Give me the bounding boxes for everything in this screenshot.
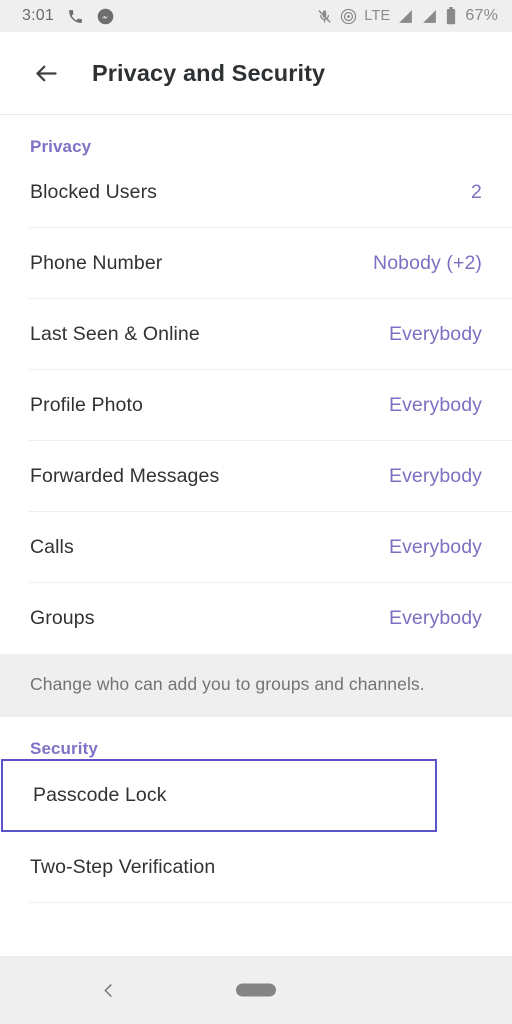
row-phone-number[interactable]: Phone Number Nobody (+2) <box>0 228 512 299</box>
network-type-label: LTE <box>364 8 391 24</box>
chevron-left-icon[interactable] <box>88 970 128 1010</box>
home-pill-indicator[interactable] <box>236 983 276 997</box>
row-label: Calls <box>30 536 74 558</box>
row-label: Forwarded Messages <box>30 465 220 487</box>
app-bar: Privacy and Security <box>0 32 512 115</box>
row-groups[interactable]: Groups Everybody <box>0 583 512 654</box>
row-value: Everybody <box>388 607 482 629</box>
signal-bar-icon <box>397 8 414 25</box>
battery-icon <box>445 7 457 25</box>
row-blocked-users[interactable]: Blocked Users 2 <box>0 157 512 228</box>
hotspot-icon <box>340 8 357 25</box>
row-value: 2 <box>471 181 482 203</box>
system-navigation-bar <box>0 956 512 1024</box>
row-calls[interactable]: Calls Everybody <box>0 512 512 583</box>
page-title: Privacy and Security <box>92 59 326 86</box>
row-profile-photo[interactable]: Profile Photo Everybody <box>0 370 512 441</box>
arrow-back-icon[interactable] <box>25 52 67 94</box>
row-value: Nobody (+2) <box>373 252 482 274</box>
row-value: Everybody <box>388 465 482 487</box>
status-time: 3:01 <box>22 7 54 24</box>
row-label: Two-Step Verification <box>30 856 216 878</box>
row-last-seen-online[interactable]: Last Seen & Online Everybody <box>0 299 512 370</box>
row-label: Phone Number <box>30 252 163 274</box>
row-label: Groups <box>30 607 95 629</box>
section-security: Security Passcode Lock Two-Step Verifica… <box>0 717 512 903</box>
row-label: Last Seen & Online <box>30 323 200 345</box>
row-two-step-verification[interactable]: Two-Step Verification <box>0 832 512 903</box>
settings-list[interactable]: Privacy Blocked Users 2 Phone Number Nob… <box>0 115 512 956</box>
row-value: Everybody <box>388 394 482 416</box>
battery-percent-label: 67% <box>465 7 498 24</box>
section-footer-privacy: Change who can add you to groups and cha… <box>0 654 512 717</box>
row-label: Profile Photo <box>30 394 143 416</box>
row-passcode-lock[interactable]: Passcode Lock <box>1 759 437 832</box>
section-header-privacy: Privacy <box>30 137 92 156</box>
status-bar: 3:01 LTE 67% <box>0 0 512 32</box>
phone-screen: 3:01 LTE 67% Privacy and Security Privac… <box>0 0 512 1024</box>
row-label: Blocked Users <box>30 181 158 203</box>
signal-bar-icon <box>421 8 438 25</box>
section-privacy: Privacy Blocked Users 2 Phone Number Nob… <box>0 115 512 717</box>
status-bar-left: 3:01 <box>22 7 114 25</box>
phone-icon <box>67 8 84 25</box>
messenger-icon <box>97 8 114 25</box>
microphone-muted-icon <box>316 8 333 25</box>
row-label: Passcode Lock <box>33 784 167 806</box>
status-bar-right: LTE 67% <box>316 7 498 25</box>
section-header-security: Security <box>30 739 98 758</box>
row-value: Everybody <box>388 323 482 345</box>
row-value: Everybody <box>388 536 482 558</box>
row-forwarded-messages[interactable]: Forwarded Messages Everybody <box>0 441 512 512</box>
